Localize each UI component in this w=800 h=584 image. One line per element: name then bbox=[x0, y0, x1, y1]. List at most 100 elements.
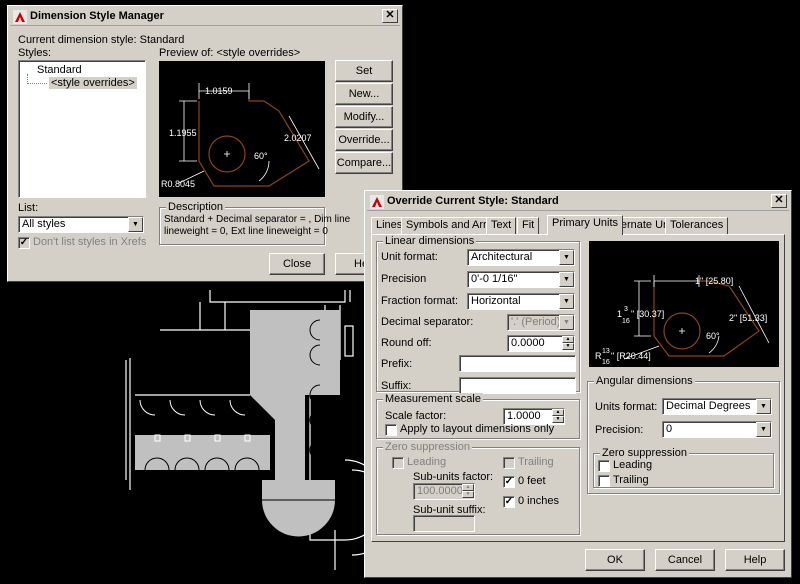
precision-value: 0'-0 1/16" bbox=[471, 273, 518, 285]
dsm-title: Dimension Style Manager bbox=[30, 10, 164, 22]
leading-label-linear: Leading bbox=[407, 456, 447, 468]
zero-inches-label: 0 inches bbox=[518, 495, 559, 507]
ocs-radius-prefix: R bbox=[595, 351, 602, 361]
description-line-1: Standard + Decimal separator = , Dim lin… bbox=[164, 214, 351, 225]
chevron-down-icon[interactable]: ▼ bbox=[128, 217, 143, 232]
round-off-input[interactable]: 0.0000 ▲ ▼ bbox=[507, 335, 575, 352]
trailing-checkbox-linear[interactable] bbox=[503, 457, 515, 469]
scale-factor-value: 1.0000 bbox=[507, 410, 541, 422]
chevron-down-icon[interactable]: ▼ bbox=[559, 272, 574, 287]
leading-label-angular: Leading bbox=[613, 459, 653, 471]
chevron-down-icon[interactable]: ▼ bbox=[559, 315, 574, 330]
chevron-down-icon[interactable]: ▼ bbox=[756, 422, 771, 437]
ocs-angle: 60° bbox=[706, 331, 720, 341]
sub-unit-suffix-input[interactable] bbox=[413, 515, 475, 532]
zero-suppression-angular-label: Zero suppression bbox=[600, 447, 689, 459]
ocs-dim-right: 2" [51.33] bbox=[729, 313, 767, 323]
chevron-down-icon[interactable]: ▼ bbox=[756, 399, 771, 414]
angular-units-format-label: Units format: bbox=[595, 401, 658, 413]
prefix-input[interactable] bbox=[459, 355, 576, 372]
trailing-label-angular: Trailing bbox=[613, 474, 649, 486]
style-item-overrides[interactable]: <style overrides> bbox=[49, 77, 137, 89]
tab-text[interactable]: Text bbox=[486, 217, 517, 234]
angular-dimensions-label: Angular dimensions bbox=[594, 375, 695, 387]
preview-label: Preview of: <style overrides> bbox=[159, 47, 301, 59]
new-button[interactable]: New... bbox=[335, 83, 393, 105]
dsm-dim-top: 1.0159 bbox=[205, 86, 233, 96]
override-button[interactable]: Override... bbox=[335, 129, 393, 151]
linear-dimensions-label: Linear dimensions bbox=[383, 235, 477, 247]
dsm-dim-left: 1.1955 bbox=[169, 128, 197, 138]
angular-precision-label: Precision: bbox=[595, 424, 644, 436]
styles-label: Styles: bbox=[18, 47, 52, 59]
dsm-angle: 60° bbox=[254, 151, 268, 161]
ocs-preview-drawing: 1" [25.80] 1 3 16 " [30.37] 2" [51.33] 6… bbox=[595, 275, 770, 366]
cancel-button[interactable]: Cancel bbox=[655, 549, 715, 571]
angular-units-format-select[interactable]: Decimal Degrees ▼ bbox=[662, 398, 772, 415]
dont-list-xrefs-label: Don't list styles in Xrefs bbox=[33, 236, 147, 248]
override-current-style-dialog: Override Current Style: Standard ✕ Lines… bbox=[364, 190, 792, 578]
scale-factor-label: Scale factor: bbox=[385, 410, 447, 422]
modify-button[interactable]: Modify... bbox=[335, 106, 393, 128]
compare-button[interactable]: Compare... bbox=[335, 152, 393, 174]
set-current-button[interactable]: Set Current bbox=[335, 60, 393, 97]
decimal-separator-value: '.' (Period) bbox=[511, 316, 561, 328]
tab-fit[interactable]: Fit bbox=[517, 217, 540, 234]
precision-select[interactable]: 0'-0 1/16" ▼ bbox=[467, 271, 575, 288]
zero-feet-checkbox[interactable]: ✓ bbox=[503, 476, 515, 488]
ocs-dim-top: 1" [25.80] bbox=[695, 276, 733, 286]
zero-suppression-linear-label: Zero suppression bbox=[383, 441, 472, 453]
fraction-format-select[interactable]: Horizontal ▼ bbox=[467, 293, 575, 310]
list-select[interactable]: All styles ▼ bbox=[18, 216, 144, 233]
ocs-radius-den: 16 bbox=[602, 359, 610, 366]
angular-units-format-value: Decimal Degrees bbox=[666, 400, 751, 412]
ocs-dim-left-rest: " [30.37] bbox=[631, 309, 664, 319]
ocs-close-icon[interactable]: ✕ bbox=[771, 194, 787, 208]
chevron-down-icon[interactable]: ▼ bbox=[559, 250, 574, 265]
unit-format-select[interactable]: Architectural ▼ bbox=[467, 249, 575, 266]
trailing-label-linear: Trailing bbox=[518, 456, 554, 468]
apply-layout-checkbox[interactable] bbox=[385, 424, 397, 436]
dsm-close-icon[interactable]: ✕ bbox=[382, 9, 398, 23]
decimal-separator-select[interactable]: '.' (Period) ▼ bbox=[507, 314, 575, 331]
close-button[interactable]: Close bbox=[269, 253, 325, 275]
autocad-logo-icon bbox=[13, 10, 27, 24]
trailing-checkbox-angular[interactable] bbox=[598, 475, 610, 487]
round-off-value: 0.0000 bbox=[511, 337, 545, 349]
ocs-radius-num: 13 bbox=[602, 348, 610, 355]
dsm-radius: R0.8045 bbox=[161, 179, 195, 189]
ocs-preview: 1" [25.80] 1 3 16 " [30.37] 2" [51.33] 6… bbox=[589, 241, 779, 367]
ok-button[interactable]: OK bbox=[585, 549, 645, 571]
suffix-input[interactable] bbox=[459, 377, 576, 394]
decimal-separator-label: Decimal separator: bbox=[381, 316, 474, 328]
tab-strip: Lines Symbols and Arrows Text Fit Primar… bbox=[371, 215, 787, 235]
dont-list-xrefs-checkbox[interactable]: ✓ bbox=[18, 237, 30, 249]
sub-units-spinner[interactable]: ▲ ▼ bbox=[462, 484, 474, 499]
sub-units-factor-label: Sub-units factor: bbox=[413, 471, 494, 483]
tab-tolerances[interactable]: Tolerances bbox=[665, 217, 729, 234]
sub-units-factor-input[interactable]: 100.0000 ▲ ▼ bbox=[413, 483, 475, 500]
scale-factor-spinner[interactable]: ▲ ▼ bbox=[552, 409, 564, 424]
leading-checkbox-angular[interactable] bbox=[598, 460, 610, 472]
round-off-label: Round off: bbox=[381, 337, 432, 349]
leading-checkbox-linear[interactable] bbox=[392, 457, 404, 469]
unit-format-value: Architectural bbox=[471, 251, 533, 263]
ocs-dim-left-den: 16 bbox=[622, 318, 630, 325]
angular-precision-select[interactable]: 0 ▼ bbox=[662, 421, 772, 438]
precision-label: Precision bbox=[381, 273, 427, 285]
dsm-preview: 1.0159 1.1955 2.0207 60° R0.8045 bbox=[159, 61, 325, 197]
styles-list[interactable]: Standard <style overrides> bbox=[18, 60, 146, 198]
help-button[interactable]: Help bbox=[725, 549, 785, 571]
angular-precision-value: 0 bbox=[666, 423, 673, 435]
round-off-spinner[interactable]: ▲ ▼ bbox=[562, 336, 574, 351]
list-select-value: All styles bbox=[22, 218, 66, 230]
apply-layout-label: Apply to layout dimensions only bbox=[400, 423, 555, 435]
measurement-scale-label: Measurement scale bbox=[383, 393, 483, 405]
tab-primary-units[interactable]: Primary Units bbox=[547, 215, 624, 235]
zero-inches-checkbox[interactable]: ✓ bbox=[503, 496, 515, 508]
fraction-format-value: Horizontal bbox=[471, 295, 521, 307]
current-style-label: Current dimension style: Standard bbox=[18, 34, 185, 46]
chevron-down-icon[interactable]: ▼ bbox=[559, 294, 574, 309]
dsm-titlebar[interactable]: Dimension Style Manager ✕ bbox=[10, 8, 400, 26]
ocs-titlebar[interactable]: Override Current Style: Standard ✕ bbox=[367, 193, 789, 211]
